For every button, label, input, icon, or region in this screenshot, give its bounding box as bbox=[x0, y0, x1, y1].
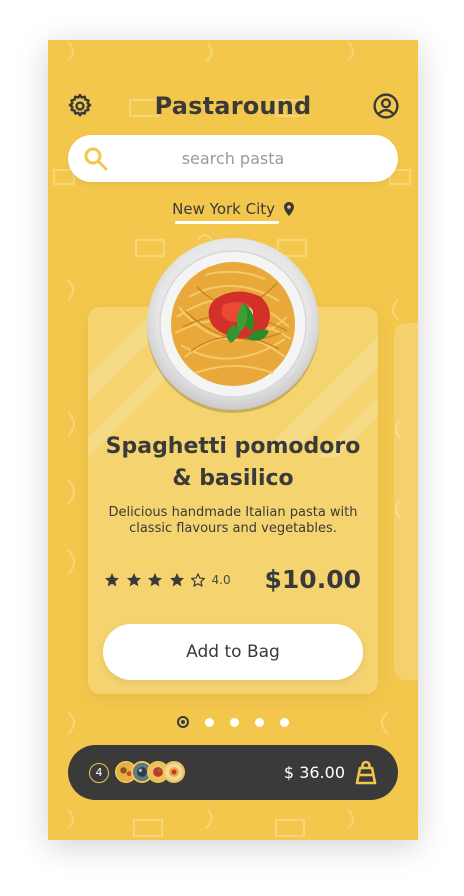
map-pin-icon bbox=[283, 201, 294, 216]
bag-summary-bar[interactable]: 4 $ 36.00 bbox=[68, 745, 398, 800]
product-description-line2: classic flavours and vegetables. bbox=[129, 521, 337, 536]
user-circle-icon[interactable] bbox=[373, 93, 399, 119]
bag-item-thumbnail bbox=[163, 761, 185, 783]
location-selector[interactable]: New York City bbox=[48, 197, 418, 220]
app-header: Pastaround bbox=[48, 90, 418, 122]
spaghetti-dish-image bbox=[147, 238, 319, 413]
star-filled-icon bbox=[148, 573, 162, 587]
star-outline-icon bbox=[191, 573, 205, 587]
search-icon[interactable] bbox=[83, 146, 109, 172]
pagination-dot[interactable] bbox=[230, 717, 239, 727]
product-description: Delicious handmade Italian pasta with cl… bbox=[100, 505, 366, 537]
location-underline bbox=[175, 221, 279, 224]
star-filled-icon bbox=[105, 573, 119, 587]
product-name: Spaghetti pomodoro & basilico bbox=[96, 431, 370, 495]
next-product-card[interactable] bbox=[394, 323, 418, 680]
star-filled-icon bbox=[126, 573, 141, 587]
pagination-dot[interactable] bbox=[255, 717, 264, 727]
search-input[interactable] bbox=[118, 135, 348, 182]
star-filled-icon bbox=[169, 573, 184, 587]
add-to-bag-button[interactable]: Add to Bag bbox=[103, 624, 363, 680]
pagination-dot-active[interactable] bbox=[177, 716, 189, 728]
search-bar[interactable] bbox=[68, 135, 398, 182]
bag-total-price: $ 36.00 bbox=[283, 763, 345, 782]
product-name-line1: Spaghetti pomodoro bbox=[105, 434, 361, 459]
bag-item-thumbnails bbox=[115, 761, 195, 785]
pagination-dot[interactable] bbox=[205, 717, 214, 727]
app-title: Pastaround bbox=[154, 92, 312, 120]
product-price: $10.00 bbox=[264, 565, 361, 594]
location-city[interactable]: New York City bbox=[172, 198, 275, 220]
rating-value: 4.0 bbox=[211, 573, 231, 587]
app-screen: Pastaround New York City bbox=[48, 40, 418, 840]
pagination-dot[interactable] bbox=[280, 717, 289, 727]
bag-item-count: 4 bbox=[89, 763, 109, 783]
product-description-line1: Delicious handmade Italian pasta with bbox=[108, 505, 358, 520]
shopping-bag-icon[interactable] bbox=[354, 759, 378, 785]
carousel-pagination bbox=[177, 715, 289, 729]
product-rating: 4.0 bbox=[104, 570, 231, 590]
product-name-line2: & basilico bbox=[172, 466, 294, 491]
